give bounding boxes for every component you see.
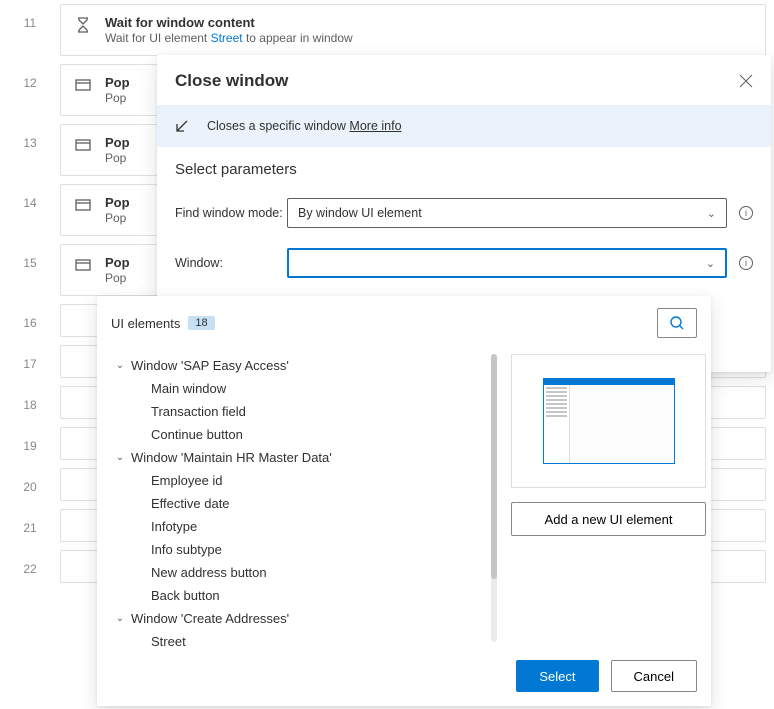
hourglass-icon bbox=[75, 17, 91, 33]
preview-box bbox=[511, 354, 706, 488]
preview-thumbnail bbox=[543, 378, 675, 464]
tree-item[interactable]: Main window bbox=[113, 377, 497, 400]
close-icon[interactable] bbox=[739, 74, 753, 88]
select-button[interactable]: Select bbox=[516, 660, 598, 692]
step-number: 14 bbox=[0, 180, 60, 210]
tree-label: Back button bbox=[151, 588, 220, 603]
info-icon[interactable]: i bbox=[739, 256, 753, 270]
ui-elements-count: 18 bbox=[188, 316, 214, 330]
tree-item[interactable]: Infotype bbox=[113, 515, 497, 538]
chevron-down-icon: ⌄ bbox=[113, 613, 127, 624]
cancel-button[interactable]: Cancel bbox=[611, 660, 697, 692]
tree-item[interactable]: Back button bbox=[113, 584, 497, 607]
tree-label: Main window bbox=[151, 381, 226, 396]
tree-item[interactable]: Continue button bbox=[113, 423, 497, 446]
window-label: Window: bbox=[175, 256, 287, 270]
tree-item[interactable]: Street bbox=[113, 630, 497, 648]
tree-label: Info subtype bbox=[151, 542, 222, 557]
chevron-down-icon: ⌄ bbox=[707, 207, 716, 220]
tree-item[interactable]: Employee id bbox=[113, 469, 497, 492]
tree-label: New address button bbox=[151, 565, 267, 580]
chevron-down-icon: ⌄ bbox=[113, 360, 127, 371]
action-subtitle: Wait for UI element Street to appear in … bbox=[105, 31, 751, 45]
step-number: 11 bbox=[0, 0, 60, 30]
ui-element-tree: ⌄ Window 'SAP Easy Access' Main window Tran… bbox=[97, 348, 497, 648]
window-icon bbox=[75, 137, 91, 153]
info-icon[interactable]: i bbox=[739, 206, 753, 220]
tree-label: Window 'Create Addresses' bbox=[131, 611, 289, 626]
search-button[interactable] bbox=[657, 308, 697, 338]
step-number: 13 bbox=[0, 120, 60, 150]
tree-label: Window 'Maintain HR Master Data' bbox=[131, 450, 332, 465]
info-banner: Closes a specific window More info bbox=[157, 105, 771, 147]
tree-group[interactable]: ⌄ Window 'Create Addresses' bbox=[113, 607, 497, 630]
step-number: 18 bbox=[0, 382, 60, 412]
chevron-down-icon: ⌄ bbox=[113, 452, 127, 463]
step-number: 19 bbox=[0, 423, 60, 453]
banner-text: Closes a specific window More info bbox=[207, 119, 402, 133]
window-icon bbox=[75, 257, 91, 273]
tree-label: Continue button bbox=[151, 427, 243, 442]
scrollbar[interactable] bbox=[491, 354, 497, 642]
add-ui-element-button[interactable]: Add a new UI element bbox=[511, 502, 706, 536]
window-icon bbox=[75, 77, 91, 93]
step-number: 20 bbox=[0, 464, 60, 494]
tree-item[interactable]: New address button bbox=[113, 561, 497, 584]
window-icon bbox=[75, 197, 91, 213]
tree-label: Infotype bbox=[151, 519, 197, 534]
step-number: 15 bbox=[0, 240, 60, 270]
action-card-wait[interactable]: Wait for window content Wait for UI elem… bbox=[60, 4, 766, 56]
ui-element-link[interactable]: Street bbox=[211, 31, 243, 45]
tree-label: Window 'SAP Easy Access' bbox=[131, 358, 289, 373]
window-select[interactable]: ⌄ bbox=[287, 248, 727, 278]
tree-item[interactable]: Effective date bbox=[113, 492, 497, 515]
tree-group[interactable]: ⌄ Window 'SAP Easy Access' bbox=[113, 354, 497, 377]
find-mode-label: Find window mode: bbox=[175, 206, 287, 220]
action-title: Wait for window content bbox=[105, 15, 751, 30]
more-info-link[interactable]: More info bbox=[349, 119, 401, 133]
step-number: 16 bbox=[0, 300, 60, 330]
tree-label: Employee id bbox=[151, 473, 223, 488]
arrow-down-left-icon bbox=[175, 119, 189, 133]
tree-item[interactable]: Transaction field bbox=[113, 400, 497, 423]
ui-elements-dropdown: UI elements 18 ⌄ Window 'SAP Easy Access'… bbox=[97, 296, 711, 706]
tree-label: Effective date bbox=[151, 496, 230, 511]
ui-elements-label: UI elements bbox=[111, 316, 180, 331]
tree-label: Transaction field bbox=[151, 404, 246, 419]
find-mode-select[interactable]: By window UI element ⌄ bbox=[287, 198, 727, 228]
dialog-title: Close window bbox=[175, 71, 288, 91]
search-icon bbox=[669, 315, 685, 331]
scroll-thumb[interactable] bbox=[491, 354, 497, 579]
section-title: Select parameters bbox=[175, 161, 753, 178]
chevron-down-icon: ⌄ bbox=[706, 257, 715, 270]
tree-label: Street bbox=[151, 634, 186, 648]
step-number: 21 bbox=[0, 505, 60, 535]
tree-group[interactable]: ⌄ Window 'Maintain HR Master Data' bbox=[113, 446, 497, 469]
step-number: 17 bbox=[0, 341, 60, 371]
step-number: 22 bbox=[0, 546, 60, 576]
tree-item[interactable]: Info subtype bbox=[113, 538, 497, 561]
step-number: 12 bbox=[0, 60, 60, 90]
